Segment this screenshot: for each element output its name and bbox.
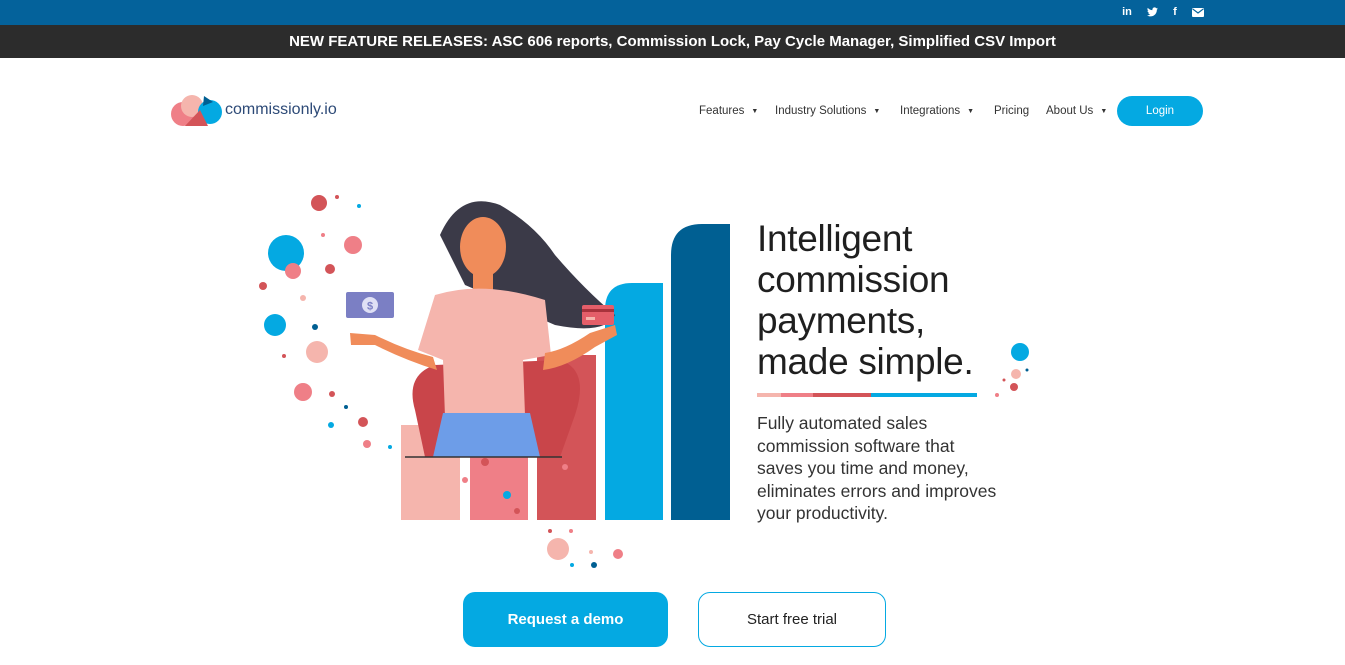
envelope-icon[interactable]: [1192, 6, 1204, 18]
logo-cloud-icon: [171, 95, 222, 126]
nav-pricing-label: Pricing: [994, 105, 1030, 117]
svg-text:$: $: [367, 301, 373, 313]
dollar-bill-icon: $: [346, 292, 394, 318]
caret-down-icon: ▼: [751, 107, 759, 115]
hero-illustration: $: [259, 195, 730, 568]
caret-down-icon: ▼: [873, 107, 881, 115]
headline-underline: [757, 393, 977, 397]
decorative-dots: [995, 343, 1029, 397]
banner-text: NEW FEATURE RELEASES: ASC 606 reports, C…: [289, 33, 1056, 50]
start-free-trial-label: Start free trial: [746, 611, 838, 628]
credit-card-icon: [582, 305, 614, 325]
logo-text: commissionly.io: [225, 101, 337, 118]
logo[interactable]: commissionly.io: [170, 92, 350, 128]
caret-down-icon: ▼: [1100, 107, 1108, 115]
nav-features-label: Features: [699, 105, 745, 117]
facebook-icon[interactable]: f: [1169, 6, 1181, 18]
nav-industry-solutions-label: Industry Solutions: [775, 105, 867, 117]
top-bar: in f: [0, 0, 1345, 25]
start-free-trial-button[interactable]: Start free trial: [698, 592, 886, 647]
caret-down-icon: ▼: [967, 107, 975, 115]
hero-subtext: Fully automated sales commission softwar…: [757, 413, 997, 524]
nav-pricing[interactable]: Pricing: [994, 96, 1029, 126]
request-demo-button[interactable]: Request a demo: [463, 592, 668, 647]
login-button[interactable]: Login: [1117, 96, 1203, 126]
linkedin-icon[interactable]: in: [1121, 6, 1133, 18]
request-demo-label: Request a demo: [507, 611, 624, 628]
nav-about-us-label: About Us: [1046, 105, 1094, 117]
nav-features[interactable]: Features ▼: [699, 96, 758, 126]
nav-about-us[interactable]: About Us ▼: [1046, 96, 1107, 126]
nav-industry-solutions[interactable]: Industry Solutions ▼: [775, 96, 880, 126]
twitter-icon[interactable]: [1146, 6, 1158, 18]
login-label: Login: [1145, 105, 1175, 117]
nav-integrations[interactable]: Integrations ▼: [900, 96, 974, 126]
hero-headline: Intelligent commission payments, made si…: [757, 218, 974, 382]
feature-release-banner[interactable]: NEW FEATURE RELEASES: ASC 606 reports, C…: [0, 25, 1345, 58]
nav-integrations-label: Integrations: [900, 105, 961, 117]
